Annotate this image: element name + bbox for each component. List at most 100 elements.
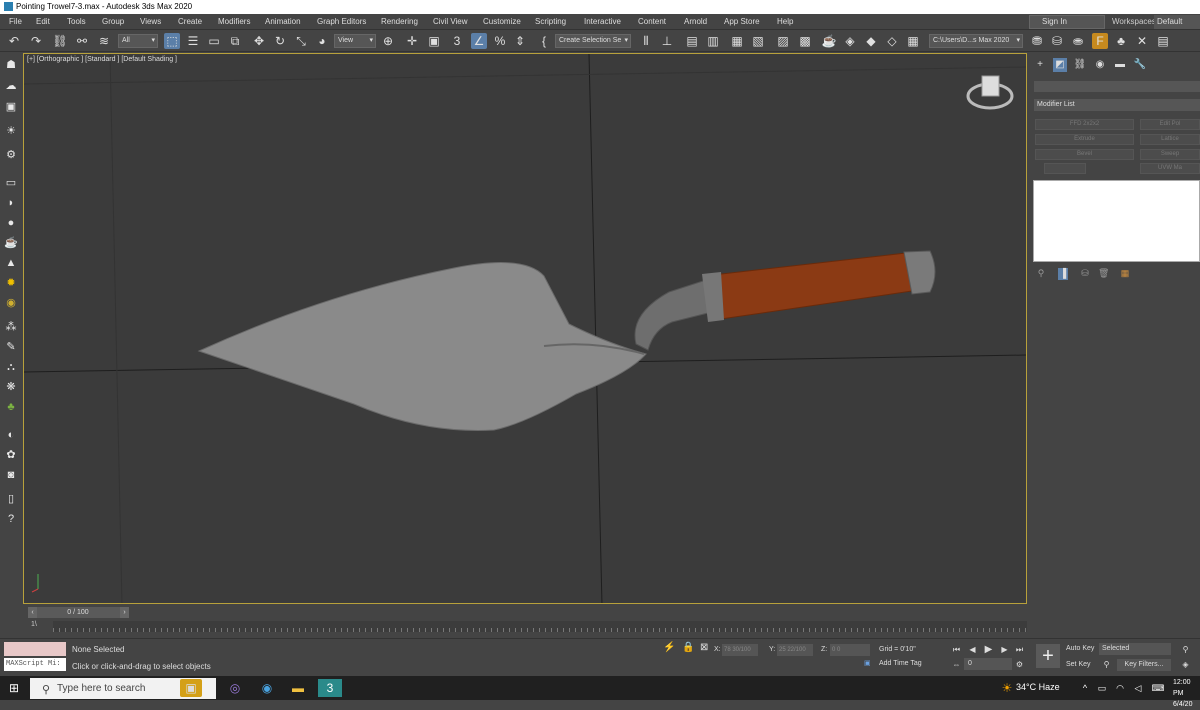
schematic-view-icon[interactable]: ▧: [750, 33, 766, 49]
menu-file[interactable]: File: [9, 14, 22, 30]
briefcase-icon[interactable]: ▣: [180, 679, 202, 697]
unlink-icon[interactable]: ⚯: [74, 33, 90, 49]
particles-icon[interactable]: ⁂: [3, 320, 19, 334]
motion-icon[interactable]: ⚙: [3, 148, 19, 162]
trowel-shank[interactable]: [634, 279, 713, 351]
viewport-label[interactable]: [+] [Orthographic ] [Standard ] [Default…: [27, 56, 177, 63]
select-manipulate-icon[interactable]: ✛: [404, 33, 420, 49]
taskbar-clock[interactable]: 12:00 PM 6/4/20: [1173, 677, 1200, 710]
next-frame-arrow-icon[interactable]: ›: [120, 607, 129, 618]
curve-editor-icon[interactable]: ▦: [729, 33, 745, 49]
set-key-plus-button[interactable]: +: [1036, 644, 1060, 668]
modifier-uvw-map-button[interactable]: UVW Ma: [1140, 163, 1200, 174]
helper-icon[interactable]: ⛬: [3, 360, 19, 374]
align-icon[interactable]: ⊥: [659, 33, 675, 49]
material-sphere-icon[interactable]: ◐: [3, 428, 19, 442]
render-cloud-icon[interactable]: ◇: [884, 33, 900, 49]
go-to-end-icon[interactable]: ⏭: [1014, 644, 1025, 655]
time-slider[interactable]: 0 / 100: [28, 607, 128, 618]
sign-in-button[interactable]: Sign In: [1029, 15, 1105, 29]
maxscript-mini-listener[interactable]: MAXScript Mi:: [4, 658, 66, 671]
select-object-icon[interactable]: ⬚: [164, 33, 180, 49]
key-filter-icon[interactable]: ⚲: [1101, 659, 1112, 670]
x-coord-field[interactable]: 78 30/100: [722, 644, 758, 656]
network-icon[interactable]: ▭: [1092, 679, 1112, 697]
next-frame-icon[interactable]: ▶: [999, 644, 1010, 655]
modifier-extrude-button[interactable]: Extrude: [1035, 134, 1134, 145]
cone-icon[interactable]: ◗: [3, 196, 19, 210]
eclipse-icon[interactable]: ◎: [225, 679, 245, 697]
set-key-button[interactable]: Set Key: [1066, 661, 1091, 668]
palette-icon[interactable]: ✿: [3, 448, 19, 462]
key-mode-dropdown[interactable]: Selected: [1099, 643, 1171, 655]
track-view-icon[interactable]: ⛂: [1070, 33, 1086, 49]
render-frame-icon[interactable]: ◙: [3, 468, 19, 482]
viewport-orthographic[interactable]: [+] [Orthographic ] [Standard ] [Default…: [23, 53, 1027, 604]
isolate-selection-icon[interactable]: ⚡: [663, 642, 675, 653]
menu-app-store[interactable]: App Store: [724, 14, 760, 30]
create-tab-icon[interactable]: +: [1033, 58, 1047, 72]
modifier-bevel-button[interactable]: Bevel: [1035, 149, 1134, 160]
hierarchy-icon[interactable]: ▣: [3, 100, 19, 114]
material-editor-icon[interactable]: ▨: [775, 33, 791, 49]
browser-icon[interactable]: ◉: [257, 679, 277, 697]
plant-icon[interactable]: ♣: [3, 400, 19, 414]
track-bar[interactable]: [53, 621, 1027, 632]
previous-frame-icon[interactable]: ◀: [967, 644, 978, 655]
viewcube-icon[interactable]: [966, 75, 1014, 110]
percent-snap-icon[interactable]: %: [492, 33, 508, 49]
redo-icon[interactable]: ↷: [28, 33, 44, 49]
render-setup-icon[interactable]: ▩: [797, 33, 813, 49]
menu-edit[interactable]: Edit: [36, 14, 50, 30]
paint-icon[interactable]: ✎: [3, 340, 19, 354]
menu-animation[interactable]: Animation: [265, 14, 301, 30]
teapot-icon[interactable]: ☕: [3, 236, 19, 250]
selection-filter-dropdown[interactable]: All: [118, 34, 158, 48]
menu-arnold[interactable]: Arnold: [684, 14, 707, 30]
show-end-result-icon[interactable]: ▐: [1058, 268, 1068, 280]
menu-rendering[interactable]: Rendering: [381, 14, 418, 30]
sphere-icon[interactable]: ●: [3, 216, 19, 230]
menu-modifiers[interactable]: Modifiers: [218, 14, 250, 30]
script-icon[interactable]: ▤: [1155, 33, 1171, 49]
modifier-stack[interactable]: [1033, 180, 1200, 262]
file-explorer-icon[interactable]: ▬: [288, 679, 308, 697]
remove-modifier-icon[interactable]: 🗑: [1098, 268, 1109, 280]
menu-scripting[interactable]: Scripting: [535, 14, 566, 30]
help-icon[interactable]: ?: [3, 512, 19, 526]
create-icon[interactable]: ☗: [3, 58, 19, 72]
mirror-icon[interactable]: ⫴: [638, 33, 654, 49]
keyboard-shortcut-icon[interactable]: ▣: [426, 33, 442, 49]
menu-customize[interactable]: Customize: [483, 14, 521, 30]
key-filters-button[interactable]: Key Filters...: [1117, 659, 1171, 671]
modifier-blank-button[interactable]: [1044, 163, 1086, 174]
render-gallery-icon[interactable]: ▦: [905, 33, 921, 49]
pivot-center-icon[interactable]: ⊕: [380, 33, 396, 49]
go-to-start-icon[interactable]: ⏮: [951, 644, 962, 655]
windows-start-icon[interactable]: ⊞: [4, 679, 24, 697]
absolute-mode-icon[interactable]: ⊠: [700, 642, 708, 653]
rect-region-icon[interactable]: ▭: [206, 33, 222, 49]
scale-icon[interactable]: ⤡: [293, 33, 309, 49]
light-icon[interactable]: ☀: [3, 124, 19, 138]
time-tag-icon[interactable]: ▣: [864, 659, 871, 667]
modifier-sweep-button[interactable]: Sweep: [1140, 149, 1200, 160]
edit-named-selection-icon[interactable]: {: [536, 33, 552, 49]
key-mode-icon[interactable]: ⇔: [951, 659, 962, 670]
modify-icon[interactable]: ☁: [3, 79, 19, 93]
torus-icon[interactable]: ◉: [3, 296, 19, 310]
fp-icon[interactable]: F: [1092, 33, 1108, 49]
make-unique-icon[interactable]: ⛁: [1080, 268, 1090, 280]
orbit-icon[interactable]: ◈: [1180, 659, 1191, 670]
modifier-lattice-button[interactable]: Lattice: [1140, 134, 1200, 145]
spinner-snap-icon[interactable]: ⇕: [512, 33, 528, 49]
trowel-blade[interactable]: [197, 262, 647, 431]
motion-tab-icon[interactable]: ◉: [1093, 58, 1107, 72]
menu-create[interactable]: Create: [178, 14, 202, 30]
render-iterative-icon[interactable]: ◆: [863, 33, 879, 49]
snaps-toggle-icon[interactable]: 3: [449, 33, 465, 49]
object-name-field[interactable]: [1034, 81, 1200, 92]
selection-lock-icon[interactable]: 🔒: [682, 642, 694, 653]
plugin-icon[interactable]: ♣: [1113, 33, 1129, 49]
menu-views[interactable]: Views: [140, 14, 161, 30]
